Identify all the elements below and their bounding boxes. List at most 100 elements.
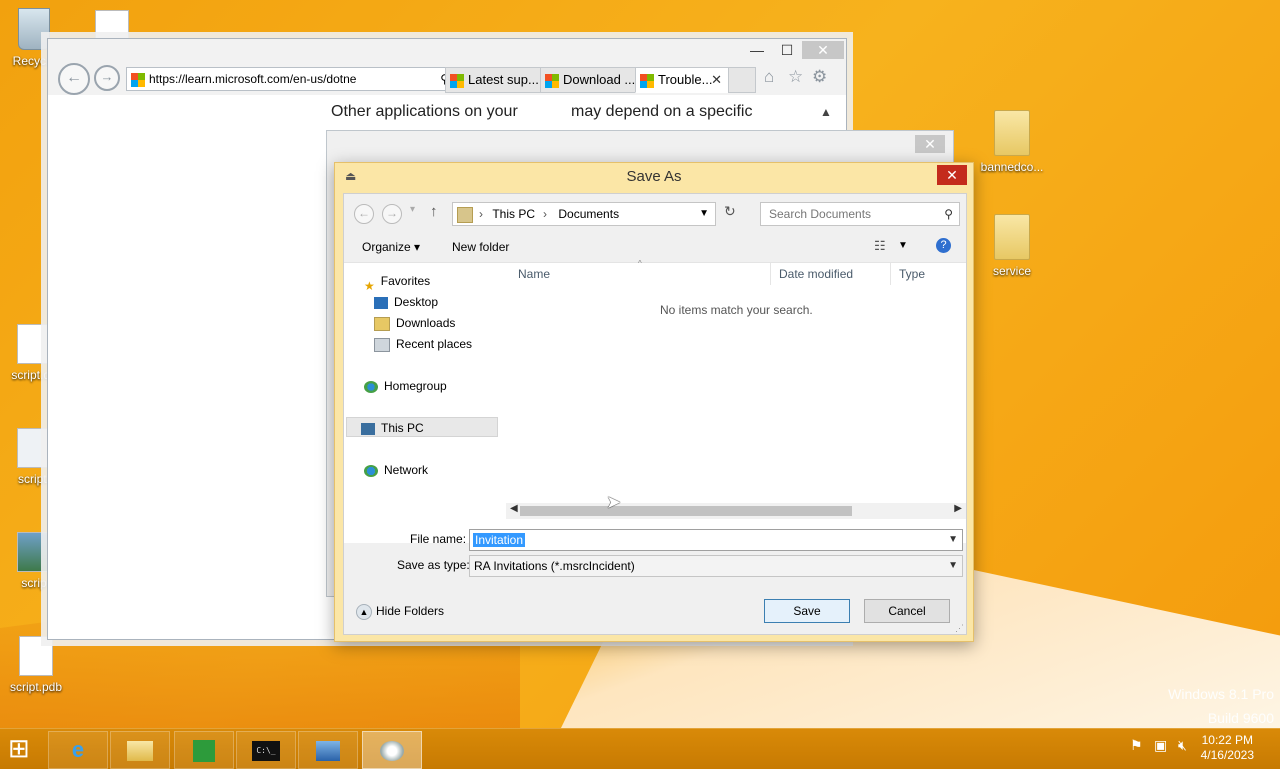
breadcrumb-this-pc[interactable]: This PC (492, 207, 535, 221)
image-file-icon (17, 532, 51, 572)
recent-places-icon (374, 337, 390, 352)
windows-edition-watermark: Windows 8.1 Pro (1168, 686, 1274, 702)
clock[interactable]: 10:22 PM 4/16/2023 (1201, 733, 1254, 763)
hide-folders-button[interactable]: ▲ Hide Folders (356, 604, 444, 620)
parent-dialog-close-button[interactable]: ✕ (915, 135, 945, 153)
refresh-icon[interactable]: ↻ (724, 203, 736, 220)
column-type[interactable]: Type (899, 267, 925, 281)
column-headers: Name ^ Date modified Type (514, 259, 966, 287)
save-as-dialog: ⏏ Save As ✕ ← → ▾ ↑ › This PC › Documents… (334, 162, 974, 642)
scroll-left-icon[interactable]: ◀ (510, 503, 518, 514)
store-icon (193, 740, 215, 763)
forward-arrow-icon[interactable]: → (94, 65, 120, 91)
speaker-muted-icon[interactable]: 🔇︎ (1178, 737, 1187, 754)
remote-desktop-icon (316, 741, 340, 762)
taskbar-store[interactable] (174, 731, 234, 769)
tab-latest-support[interactable]: Latest sup... (445, 67, 541, 93)
scroll-up-icon[interactable]: ▲ (820, 105, 834, 121)
nav-item-desktop[interactable]: Desktop (374, 292, 438, 312)
help-icon[interactable]: ? (936, 238, 951, 253)
desktop-icon-script-pdb[interactable]: script.pdb (4, 636, 68, 694)
nav-item-favorites[interactable]: ★ Favorites (364, 271, 430, 293)
navigation-pane: ★ Favorites Desktop Downloads Recent plac… (344, 263, 500, 543)
column-divider[interactable] (770, 263, 771, 285)
microsoft-logo-icon (131, 72, 145, 87)
resize-grip-icon[interactable]: ⋰ (955, 623, 964, 634)
save-as-type-select[interactable]: RA Invitations (*.msrcIncident) ▼ (469, 555, 963, 577)
empty-folder-message: No items match your search. (660, 303, 813, 317)
chevron-down-icon[interactable]: ▼ (699, 203, 709, 225)
scrollbar-thumb[interactable] (520, 506, 852, 516)
minimize-button[interactable]: — (742, 41, 772, 59)
nav-item-homegroup[interactable]: Homegroup (364, 376, 447, 396)
action-center-flag-icon[interactable]: ⚑ (1130, 737, 1143, 754)
taskbar-internet-explorer[interactable]: e (48, 731, 108, 769)
recent-locations-chevron-icon[interactable]: ▾ (410, 204, 415, 215)
gear-icon[interactable]: ⚙ (812, 67, 827, 87)
desktop-icon-service[interactable]: service (980, 214, 1044, 278)
view-options-icon[interactable]: ☷ (874, 238, 886, 254)
windows-build-watermark: Build 9600 (1207, 710, 1274, 726)
cancel-button[interactable]: Cancel (864, 599, 950, 623)
network-icon[interactable]: ▣ (1154, 737, 1167, 754)
maximize-button[interactable]: ☐ (772, 41, 802, 59)
homegroup-icon (364, 380, 378, 393)
desktop-icon-label: service (992, 264, 1031, 278)
browser-titlebar: — ☐ ✕ ← → https://learn.microsoft.com/en… (48, 39, 846, 95)
documents-folder-icon (457, 206, 473, 223)
horizontal-scrollbar[interactable]: ◀ ▶ (506, 503, 966, 519)
recycle-bin-icon (18, 8, 50, 50)
nav-item-network[interactable]: Network (364, 460, 428, 480)
command-bar: Organize ▾ New folder ☷ ▼ ? (344, 234, 966, 262)
file-explorer-icon (127, 741, 153, 762)
tab-troubleshoot[interactable]: Trouble... ✕ (635, 67, 729, 93)
favorites-star-icon[interactable]: ☆ (788, 67, 803, 87)
nav-item-downloads[interactable]: Downloads (374, 313, 455, 333)
chevron-down-icon[interactable]: ▼ (948, 556, 958, 576)
column-date-modified[interactable]: Date modified (779, 267, 853, 281)
nav-item-recent-places[interactable]: Recent places (374, 334, 472, 354)
breadcrumb[interactable]: › This PC › Documents ▼ (452, 202, 716, 226)
file-name-input[interactable]: Invitation ▼ (469, 529, 963, 551)
chevron-down-icon[interactable]: ▼ (948, 530, 958, 550)
scroll-right-icon[interactable]: ▶ (954, 503, 962, 514)
search-box[interactable]: Search Documents ⚲ (760, 202, 960, 226)
desktop-icon-bannedco[interactable]: bannedco... (978, 110, 1046, 174)
tab-close-icon[interactable]: ✕ (711, 68, 722, 92)
save-as-type-value: RA Invitations (*.msrcIncident) (474, 559, 635, 573)
gear-file-icon (17, 428, 51, 468)
dialog-close-button[interactable]: ✕ (937, 165, 967, 185)
microsoft-logo-icon (450, 73, 464, 88)
breadcrumb-separator-icon: › (543, 207, 548, 221)
dialog-title: Save As (626, 168, 682, 185)
up-arrow-icon[interactable]: ↑ (430, 203, 438, 220)
new-folder-button[interactable]: New folder (452, 240, 509, 254)
taskbar-remote-desktop[interactable] (298, 731, 358, 769)
forward-arrow-icon[interactable]: → (382, 204, 402, 224)
file-icon (17, 324, 51, 364)
taskbar-command-prompt[interactable]: C:\_ (236, 731, 296, 769)
search-icon[interactable]: ⚲ (944, 203, 953, 225)
start-button[interactable]: ⊞ (8, 733, 30, 763)
file-name-value: Invitation (473, 533, 526, 547)
taskbar-remote-assistance[interactable] (362, 731, 422, 769)
address-bar[interactable]: https://learn.microsoft.com/en-us/dotne … (126, 67, 490, 91)
command-prompt-icon: C:\_ (252, 741, 280, 762)
chevron-up-icon: ▲ (356, 604, 372, 620)
new-tab-button[interactable] (728, 67, 756, 93)
home-icon[interactable]: ⌂ (764, 67, 774, 87)
tab-download[interactable]: Download ... (540, 67, 636, 93)
save-as-type-label: Save as type: (397, 558, 470, 572)
back-arrow-icon[interactable]: ← (354, 204, 374, 224)
view-chevron-down-icon[interactable]: ▼ (898, 240, 908, 251)
save-button[interactable]: Save (764, 599, 850, 623)
column-name[interactable]: Name (518, 267, 550, 281)
taskbar-file-explorer[interactable] (110, 731, 170, 769)
close-button[interactable]: ✕ (802, 41, 844, 59)
nav-item-this-pc[interactable]: This PC (346, 417, 498, 437)
organize-button[interactable]: Organize ▾ (362, 240, 420, 254)
column-divider[interactable] (890, 263, 891, 285)
back-arrow-icon[interactable]: ← (58, 63, 90, 95)
breadcrumb-documents[interactable]: Documents (558, 207, 619, 221)
tab-label: Trouble... (658, 72, 713, 87)
